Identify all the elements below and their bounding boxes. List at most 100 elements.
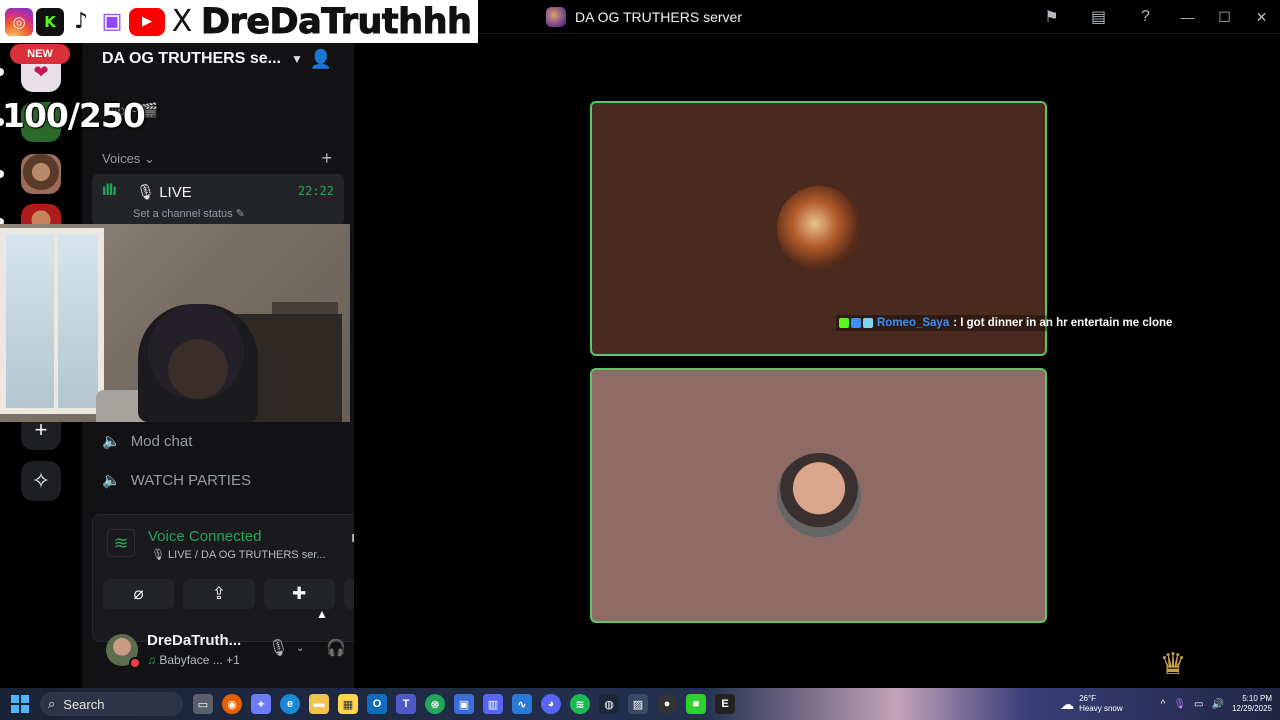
chevron-down-icon: ▼ (290, 52, 303, 66)
stream-handle-banner: ◎ K ♪ ▣ ▶ X DreDaTruthhh (0, 0, 478, 43)
teams-icon[interactable]: T (396, 694, 416, 714)
voice-status[interactable]: Voice Connected (148, 528, 261, 545)
chat-message: : I got dinner in an hr entertain me clo… (953, 317, 1173, 329)
inbox-icon[interactable]: ▤ (1075, 0, 1122, 34)
invite-user-icon[interactable]: 👤 (310, 49, 332, 70)
create-channel-icon[interactable]: + (321, 148, 332, 169)
maximize-button[interactable]: ☐ (1206, 0, 1243, 34)
user-activity: ♫ Babyface ... +1 (147, 653, 240, 667)
chevron-down-icon: ⌄ (143, 151, 155, 166)
speaking-bars-icon: ıllı (102, 182, 117, 199)
chevron-up-icon[interactable]: ^ (1161, 699, 1166, 710)
streamer-webcam (0, 224, 350, 422)
category-voices[interactable]: Voices ⌄ (102, 151, 155, 167)
app-icon[interactable]: ▣ (454, 694, 474, 714)
activity-extra: +1 (226, 653, 240, 667)
xbox-icon[interactable]: ⊗ (425, 694, 445, 714)
unread-indicator (0, 170, 4, 178)
copilot-icon[interactable]: ✦ (251, 694, 271, 714)
volume-icon[interactable]: 🔊 (1212, 699, 1224, 710)
server-icon-avatar[interactable] (21, 154, 61, 194)
tiktok-icon: ♪ (67, 7, 95, 36)
activities-button[interactable]: ✚ (263, 579, 335, 609)
app-icon[interactable]: ■ (686, 694, 706, 714)
kick-badge-icon (839, 318, 849, 328)
microphone-icon[interactable]: 🎙 (268, 638, 288, 658)
goal-counter: 100/250 (2, 96, 146, 135)
avatar[interactable] (106, 634, 141, 669)
avatar (777, 453, 861, 537)
firefox-icon[interactable]: ◉ (222, 694, 242, 714)
taskbar-apps: ▭ ◉ ✦ e ▬ ▦ O T ⊗ ▣ ▥ ∿ ◕ ≋ ◍ ▨ ● ■ E (193, 694, 735, 714)
chat-badges (839, 318, 873, 328)
channel-mod-chat[interactable]: 🔈 Mod chat (102, 432, 192, 451)
clock-time: 5:10 PM (1242, 694, 1272, 703)
voice-location-text: LIVE / DA OG TRUTHERS ser... (168, 549, 326, 561)
flag-icon[interactable]: ⚑ (1028, 0, 1075, 34)
window-title-text: DA OG TRUTHERS server (575, 9, 742, 25)
file-explorer-icon[interactable]: ▬ (309, 694, 329, 714)
window-title: DA OG TRUTHERS server (546, 7, 742, 27)
spotify-icon[interactable]: ≋ (570, 694, 590, 714)
chevron-down-icon[interactable]: ⌄ (296, 643, 304, 654)
steam-icon[interactable]: ◍ (599, 694, 619, 714)
weather-desc: Heavy snow (1079, 704, 1123, 713)
crown-logo-icon: ♛ (1159, 647, 1187, 681)
voice-location[interactable]: 🎙 LIVE / DA OG TRUTHERS ser... (151, 548, 326, 561)
discover-icon[interactable]: ✧ (21, 461, 61, 501)
username[interactable]: DreDaTruth... (147, 632, 241, 649)
epic-games-icon[interactable]: E (715, 694, 735, 714)
channel-watch-parties[interactable]: 🔈 WATCH PARTIES (102, 471, 251, 490)
server-name: DA OG TRUTHERS se... (102, 50, 281, 67)
sub-badge-icon (863, 318, 873, 328)
channel-name-text: LIVE (159, 184, 192, 201)
weather-temp: 26°F (1079, 694, 1097, 703)
speaker-icon: 🔈 (102, 472, 121, 489)
signal-icon[interactable]: ≋ (107, 529, 135, 557)
mic-tray-icon[interactable]: 🎙 (1173, 699, 1186, 710)
edge-icon[interactable]: e (280, 694, 300, 714)
search-icon: ⌕ (48, 696, 56, 711)
app-icon[interactable]: ▥ (483, 694, 503, 714)
network-icon[interactable]: ▭ (1194, 699, 1203, 710)
discord-icon[interactable]: ◕ (541, 694, 561, 714)
store-icon[interactable]: ▦ (338, 694, 358, 714)
weather-widget[interactable]: ☁ 26°F Heavy snow (1060, 694, 1123, 714)
minimize-button[interactable]: — (1169, 0, 1206, 34)
server-icon (546, 7, 566, 27)
close-button[interactable]: ✕ (1243, 0, 1280, 34)
windows-logo-icon (11, 695, 29, 713)
obs-icon[interactable]: ● (657, 694, 677, 714)
twitch-icon: ▣ (98, 7, 126, 36)
help-icon[interactable]: ? (1122, 0, 1169, 34)
music-note-icon: ♫ (147, 653, 156, 667)
channel-timer: 22:22 (297, 184, 334, 198)
headphones-icon[interactable]: 🎧 (326, 638, 346, 658)
speaker-icon: 🔈 (102, 433, 121, 450)
webcam-face (168, 339, 228, 399)
pencil-icon: ✎ (235, 208, 245, 220)
search-label: Search (63, 696, 105, 712)
channel-name: 🎙 LIVE (136, 184, 192, 201)
outlook-icon[interactable]: O (367, 694, 387, 714)
app-icon[interactable]: ▨ (628, 694, 648, 714)
snow-cloud-icon: ☁ (1060, 696, 1075, 712)
title-bar: DA OG TRUTHERS server ⚑ ▤ ? — ☐ ✕ (354, 0, 1280, 34)
clock[interactable]: 5:10 PM 12/29/2025 (1232, 694, 1272, 714)
start-button[interactable] (0, 688, 40, 720)
chat-overlay-message: Romeo_Saya : I got dinner in an hr enter… (836, 315, 1176, 331)
participant-tile[interactable] (590, 368, 1047, 623)
task-view-icon[interactable]: ▭ (193, 694, 213, 714)
camera-off-button[interactable]: ⌀ (103, 579, 175, 609)
app-icon[interactable]: ∿ (512, 694, 532, 714)
voice-channel-live[interactable]: ıllı 🎙 LIVE 22:22 Set a channel status ✎ (92, 174, 344, 226)
taskbar-search[interactable]: ⌕ Search (40, 692, 183, 716)
unread-indicator (0, 68, 4, 76)
title-bar-icons: ⚑ ▤ ? — ☐ ✕ (1028, 0, 1280, 34)
chat-username: Romeo_Saya (877, 317, 950, 329)
channel-status-prompt[interactable]: Set a channel status ✎ (133, 207, 245, 220)
streamer-handle: DreDaTruthhh (200, 1, 472, 42)
screen-share-button[interactable]: ⇪ (183, 579, 255, 609)
youtube-icon: ▶ (129, 7, 165, 36)
system-tray: ☁ 26°F Heavy snow ^ 🎙 ▭ 🔊 5:10 PM 12/29/… (1060, 688, 1280, 720)
